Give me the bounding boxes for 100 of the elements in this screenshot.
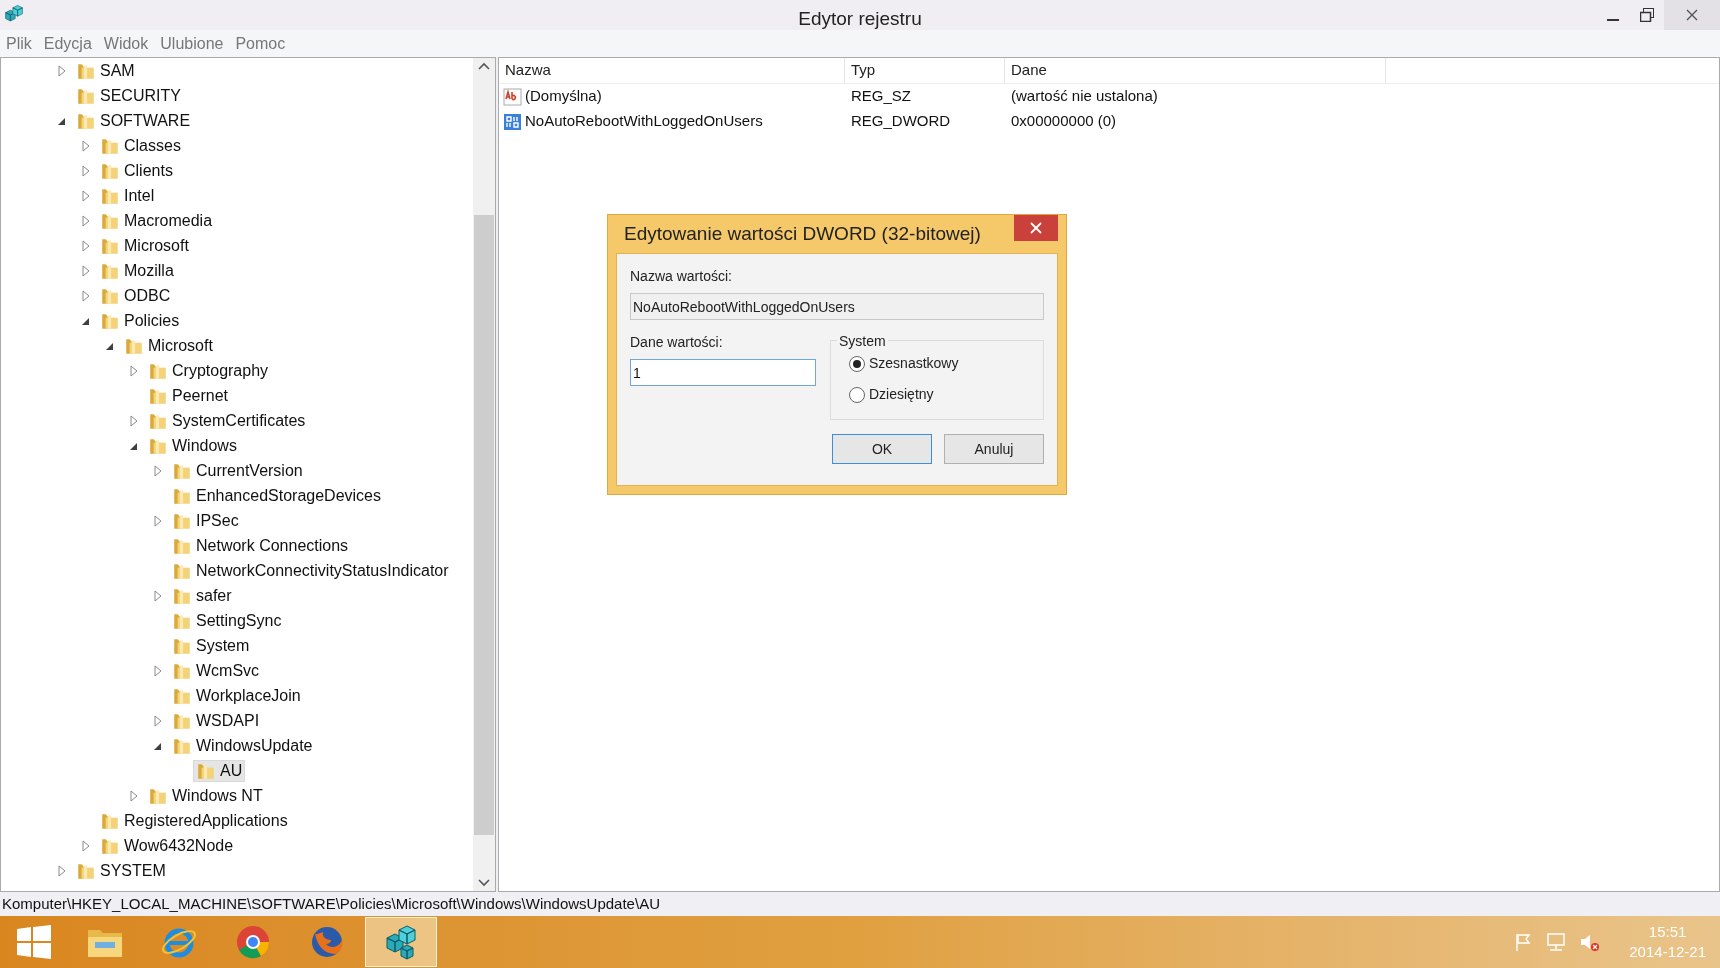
tree-item[interactable]: System [169, 634, 253, 657]
tree-item[interactable]: Clients [97, 159, 176, 182]
tree-item[interactable]: ODBC [97, 284, 174, 307]
value-data: (wartość nie ustalona) [1010, 86, 1159, 107]
network-icon[interactable] [1545, 932, 1568, 952]
muted-speaker-icon[interactable] [1579, 932, 1602, 952]
tree-item[interactable]: SystemCertificates [145, 409, 309, 432]
column-header[interactable]: Nazwa [499, 58, 845, 83]
tree-item[interactable]: Network Connections [169, 534, 352, 557]
dialog-button[interactable]: Anuluj [944, 434, 1044, 464]
tree-item[interactable]: SYSTEM [73, 859, 169, 882]
menu-item[interactable]: Ulubione [160, 31, 224, 56]
expand-arrow-icon[interactable] [129, 364, 139, 377]
tree-item[interactable]: Policies [97, 309, 183, 332]
expand-arrow-icon[interactable] [81, 239, 91, 252]
tree-item-label: WorkplaceJoin [196, 685, 301, 706]
column-header[interactable]: Typ [845, 58, 1005, 83]
tree-item[interactable]: RegisteredApplications [97, 809, 291, 832]
tree-item[interactable]: NetworkConnectivityStatusIndicator [169, 559, 452, 582]
menu-item[interactable]: Edycja [43, 31, 92, 56]
tree-item[interactable]: Microsoft [121, 334, 216, 357]
tree-row[interactable]: SECURITY [1, 83, 473, 108]
tree-item[interactable]: SettingSync [169, 609, 285, 632]
chevron-up-icon[interactable] [478, 62, 490, 70]
tree-item[interactable]: WSDAPI [169, 709, 263, 732]
scrollbar[interactable] [473, 58, 495, 891]
tree-item-label: AU [220, 760, 243, 781]
tree-item[interactable]: CurrentVersion [169, 459, 306, 482]
tree-item-label: Mozilla [124, 260, 174, 281]
expand-arrow-icon[interactable] [81, 289, 91, 302]
expand-arrow-icon[interactable] [153, 464, 163, 477]
tree-item[interactable]: Cryptography [145, 359, 272, 382]
tree-item[interactable]: SECURITY [73, 84, 184, 107]
tree-item[interactable]: Microsoft [97, 234, 192, 257]
expand-arrow-icon[interactable] [57, 864, 67, 877]
tree-item[interactable]: Intel [97, 184, 158, 207]
expand-arrow-icon[interactable] [129, 414, 139, 427]
minimize-icon [1607, 19, 1619, 21]
tree-item[interactable]: IPSec [169, 509, 242, 532]
tree-row[interactable]: NetworkConnectivityStatusIndicator [1, 558, 473, 583]
tree-item[interactable]: EnhancedStorageDevices [169, 484, 384, 507]
tree-item[interactable]: Mozilla [97, 259, 177, 282]
menu-item[interactable]: Widok [103, 31, 149, 56]
tree-row[interactable]: EnhancedStorageDevices [1, 483, 473, 508]
tree-item-label: CurrentVersion [196, 460, 303, 481]
expand-arrow-icon[interactable] [81, 164, 91, 177]
expand-arrow-icon[interactable] [57, 64, 67, 77]
tree-row[interactable]: Network Connections [1, 533, 473, 558]
tree-row[interactable]: WorkplaceJoin [1, 683, 473, 708]
tree-item[interactable]: Classes [97, 134, 184, 157]
tree-item[interactable]: SOFTWARE [73, 109, 194, 132]
tree-item[interactable]: Peernet [145, 384, 232, 407]
menu-item[interactable]: Pomoc [235, 31, 286, 56]
menu-item[interactable]: Plik [6, 31, 32, 56]
radio-button[interactable] [849, 355, 865, 372]
tree-item[interactable]: safer [169, 584, 235, 607]
string-value-icon [503, 86, 523, 107]
chevron-down-icon[interactable] [478, 879, 490, 887]
tree-item[interactable]: Windows [145, 434, 240, 457]
close-button[interactable] [1014, 215, 1058, 241]
value-name[interactable]: (Domyślna) [525, 85, 602, 108]
tree-item[interactable]: Windows NT [145, 784, 266, 807]
tree-row[interactable]: SettingSync [1, 608, 473, 633]
radio-button[interactable] [849, 386, 865, 403]
tree-item-label: Cryptography [172, 360, 269, 381]
tree-row[interactable]: Peernet [1, 383, 473, 408]
expand-arrow-icon[interactable] [129, 789, 139, 802]
dialog-button[interactable]: OK [832, 434, 932, 464]
tree-row[interactable]: AU [1, 758, 473, 783]
taskbar-app[interactable] [365, 917, 437, 967]
value-name[interactable]: NoAutoRebootWithLoggedOnUsers [525, 110, 763, 133]
tree-row[interactable]: RegisteredApplications [1, 808, 473, 833]
column-header[interactable]: Dane [1005, 58, 1386, 83]
expand-arrow-icon[interactable] [81, 264, 91, 277]
tree-item[interactable]: WindowsUpdate [169, 734, 316, 757]
expand-arrow-icon[interactable] [153, 589, 163, 602]
tree-item-label: SYSTEM [100, 860, 166, 881]
tree-item-label: Clients [124, 160, 173, 181]
tree-item[interactable]: WorkplaceJoin [169, 684, 304, 707]
scrollbar-thumb[interactable] [474, 214, 494, 835]
value-name-field[interactable]: NoAutoRebootWithLoggedOnUsers [630, 293, 1044, 320]
tree-item-label: Network Connections [196, 535, 349, 556]
value-type: REG_SZ [850, 86, 912, 107]
expand-arrow-icon[interactable] [153, 714, 163, 727]
tree-item[interactable]: SAM [73, 59, 138, 82]
status-path: Komputer\HKEY_LOCAL_MACHINE\SOFTWARE\Policies\Microsoft\Windows\WindowsUpdate\AU [2, 893, 660, 914]
expand-arrow-icon[interactable] [81, 189, 91, 202]
tree-item-label: WcmSvc [196, 660, 260, 681]
tree-item[interactable]: AU [193, 759, 246, 782]
expand-arrow-icon[interactable] [81, 839, 91, 852]
tree-row[interactable]: System [1, 633, 473, 658]
tree-item-label: Intel [124, 185, 155, 206]
expand-arrow-icon[interactable] [81, 139, 91, 152]
value-data-field[interactable]: 1 [630, 359, 816, 386]
tree-item[interactable]: Wow6432Node [97, 834, 237, 857]
tree-item[interactable]: Macromedia [97, 209, 216, 232]
tree-item[interactable]: WcmSvc [169, 659, 263, 682]
expand-arrow-icon[interactable] [153, 664, 163, 677]
expand-arrow-icon[interactable] [81, 214, 91, 227]
expand-arrow-icon[interactable] [153, 514, 163, 527]
